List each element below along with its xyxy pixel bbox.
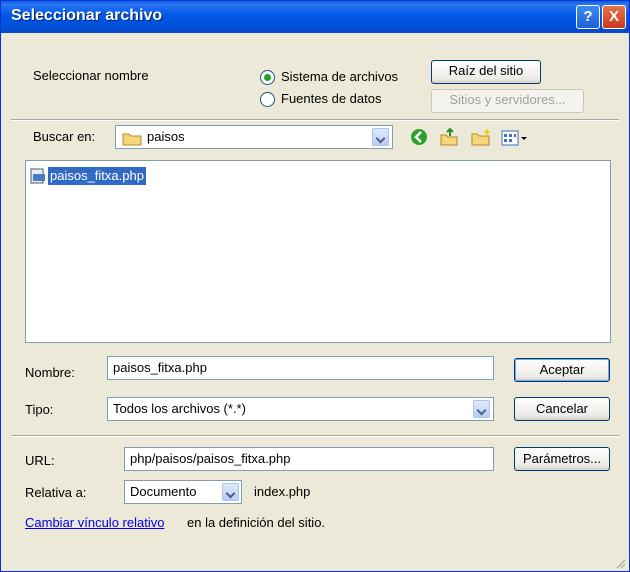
- file-name[interactable]: paisos_fitxa.php: [48, 167, 146, 185]
- chevron-down-icon[interactable]: [473, 400, 490, 418]
- title-bar[interactable]: Seleccionar archivo ? X: [1, 1, 629, 33]
- url-label: URL:: [25, 453, 55, 468]
- relative-file: index.php: [254, 484, 311, 499]
- filesystem-radio-label[interactable]: Sistema de archivos: [281, 69, 398, 84]
- new-folder-icon[interactable]: [470, 127, 492, 147]
- type-value: Todos los archivos (*.*): [113, 401, 246, 416]
- relative-label: Relativa a:: [25, 485, 87, 500]
- view-menu-icon[interactable]: [501, 129, 529, 147]
- look-in-value: paisos: [147, 129, 185, 144]
- up-folder-icon[interactable]: [439, 127, 459, 147]
- chevron-down-icon[interactable]: [372, 128, 389, 146]
- back-icon[interactable]: [409, 127, 429, 147]
- parameters-button[interactable]: Parámetros...: [514, 447, 610, 471]
- folder-icon: [122, 131, 142, 146]
- change-relative-link[interactable]: Cambiar vínculo relativo: [25, 515, 164, 530]
- separator: [11, 435, 619, 437]
- look-in-dropdown[interactable]: paisos: [115, 125, 393, 149]
- resize-grip-icon[interactable]: [614, 557, 626, 569]
- file-list[interactable]: paisos_fitxa.php: [25, 160, 611, 343]
- filesystem-radio[interactable]: [260, 70, 275, 85]
- separator: [11, 119, 619, 121]
- datasources-radio-label[interactable]: Fuentes de datos: [281, 91, 381, 106]
- close-button[interactable]: X: [602, 5, 626, 29]
- cancel-button[interactable]: Cancelar: [514, 397, 610, 421]
- name-input[interactable]: paisos_fitxa.php: [107, 356, 494, 380]
- sites-servers-button[interactable]: Sitios y servidores...: [431, 89, 584, 113]
- url-input[interactable]: php/paisos/paisos_fitxa.php: [124, 447, 494, 471]
- help-button[interactable]: ?: [576, 5, 600, 29]
- relative-dropdown[interactable]: Documento: [124, 480, 242, 504]
- datasources-radio[interactable]: [260, 92, 275, 107]
- look-in-label: Buscar en:: [33, 129, 96, 144]
- dialog-title: Seleccionar archivo: [11, 7, 163, 24]
- type-dropdown[interactable]: Todos los archivos (*.*): [107, 397, 494, 421]
- site-root-button[interactable]: Raíz del sitio: [431, 60, 541, 84]
- accept-button[interactable]: Aceptar: [514, 358, 610, 382]
- name-label: Nombre:: [25, 365, 75, 380]
- footer-text: en la definición del sitio.: [187, 515, 326, 530]
- select-file-dialog: Seleccionar archivo ? X Seleccionar nomb…: [0, 0, 630, 572]
- type-label: Tipo:: [25, 402, 54, 417]
- relative-value: Documento: [130, 484, 197, 499]
- php-file-icon: [30, 168, 46, 184]
- chevron-down-icon[interactable]: [222, 483, 239, 501]
- select-name-label: Seleccionar nombre: [33, 68, 149, 83]
